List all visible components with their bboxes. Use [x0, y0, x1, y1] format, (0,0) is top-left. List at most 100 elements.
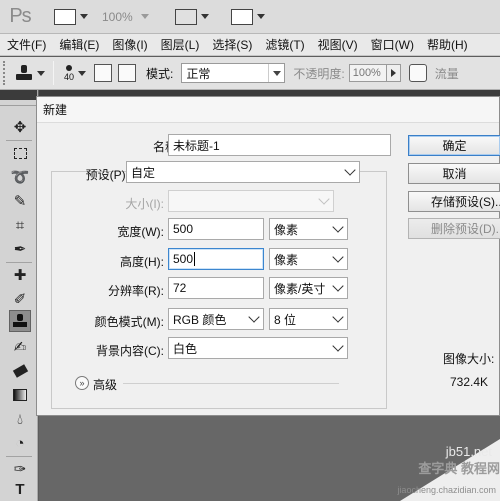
text-cursor [194, 252, 196, 266]
pressure-opacity-icon[interactable] [408, 64, 427, 82]
gradient-icon[interactable] [9, 384, 31, 406]
chevron-down-icon [140, 14, 149, 19]
height-input[interactable]: 500 [168, 248, 264, 270]
chevron-down-icon [332, 280, 344, 292]
divider [123, 383, 339, 384]
color-mode-select[interactable]: RGB 颜色 [168, 308, 264, 330]
color-mode-label: 颜色模式(M): [94, 315, 164, 329]
resolution-unit-value: 像素/英寸 [274, 281, 326, 296]
height-value: 500 [173, 252, 194, 266]
menu-edit[interactable]: 编辑(E) [52, 36, 105, 53]
marquee-icon[interactable] [9, 142, 31, 164]
height-label: 高度(H): [120, 255, 164, 269]
expand-advanced-icon[interactable]: » [75, 376, 89, 390]
menu-help[interactable]: 帮助(H) [420, 36, 474, 53]
pen-icon[interactable]: ✑ [9, 458, 31, 480]
resolution-label: 分辨率(R): [108, 284, 164, 298]
image-size-label: 图像大小: [443, 352, 495, 366]
name-input[interactable]: 未标题-1 [168, 134, 391, 156]
divider [6, 456, 32, 457]
menu-window[interactable]: 窗口(W) [364, 36, 420, 53]
quick-select-icon[interactable]: ✎ [9, 190, 31, 212]
advanced-label[interactable]: 高级 [93, 376, 117, 393]
zoom-level-value: 100% [102, 9, 133, 24]
screen-mode-icon [230, 8, 253, 25]
crop-icon[interactable]: ⌗ [9, 214, 31, 236]
chevron-down-icon [256, 14, 265, 19]
chevron-down-icon [344, 164, 356, 176]
mode-label: 模式: [146, 66, 174, 81]
options-bar: 40 模式: 正常 不透明度: 100% 流量 [0, 57, 500, 90]
chevron-down-icon [318, 193, 330, 205]
launch-bridge-button[interactable] [50, 6, 92, 28]
clone-source-icon[interactable] [118, 64, 137, 82]
delete-preset-button: 删除预设(D)... [408, 218, 500, 239]
width-input[interactable]: 500 [168, 218, 264, 240]
watermark: jb51.net 查字典 教程网 jiaocheng.chazidian.com [350, 431, 500, 501]
image-size-value: 732.4K [450, 375, 489, 389]
opacity-input[interactable]: 100% [348, 64, 387, 82]
width-unit-select[interactable]: 像素 [269, 218, 348, 240]
preset-select[interactable]: 自定 [126, 161, 360, 183]
photoshop-logo: Ps [9, 5, 31, 27]
preset-label: 预设(P): [85, 168, 129, 182]
menu-select[interactable]: 选择(S) [205, 36, 258, 53]
lasso-icon[interactable]: ➰ [9, 166, 31, 188]
brush-icon[interactable]: ✐ [9, 288, 31, 310]
width-label: 宽度(W): [117, 225, 164, 239]
resolution-unit-select[interactable]: 像素/英寸 [269, 277, 348, 299]
tools-panel-grip[interactable] [0, 100, 37, 106]
brush-tip-icon [66, 64, 72, 71]
background-label: 背景内容(C): [96, 344, 164, 358]
chevron-down-icon [80, 14, 88, 19]
blur-icon[interactable]: 💧︎ [9, 408, 31, 430]
menu-filter[interactable]: 滤镜(T) [258, 36, 310, 53]
opacity-label: 不透明度: [293, 66, 345, 81]
chevron-down-icon [272, 70, 281, 76]
save-preset-button[interactable]: 存储预设(S)... [408, 191, 500, 212]
menu-view[interactable]: 视图(V) [311, 36, 364, 53]
height-unit-select[interactable]: 像素 [269, 248, 348, 270]
brush-size-value: 40 [64, 71, 75, 82]
color-mode-value: RGB 颜色 [173, 312, 227, 327]
chevron-down-icon [332, 340, 344, 352]
divider [6, 140, 32, 141]
dodge-icon[interactable]: ◔ [9, 432, 31, 454]
menu-file[interactable]: 文件(F) [0, 36, 52, 53]
options-grip[interactable] [3, 61, 9, 85]
opacity-slider-button[interactable] [386, 64, 401, 82]
brush-preset-picker[interactable]: 40 [64, 64, 75, 82]
tools-panel-header[interactable] [0, 90, 37, 100]
resolution-input[interactable]: 72 [168, 277, 264, 299]
menu-layer[interactable]: 图层(L) [154, 36, 206, 53]
ok-button[interactable]: 确定 [408, 135, 500, 156]
zoom-level-select[interactable]: 100% [102, 10, 149, 24]
brush-panel-icon[interactable] [94, 64, 113, 82]
eraser-icon[interactable] [9, 360, 31, 382]
width-unit-value: 像素 [274, 222, 299, 237]
blend-mode-select[interactable]: 正常 [181, 63, 286, 83]
background-select[interactable]: 白色 [168, 337, 348, 359]
clone-stamp-icon [15, 64, 33, 82]
new-document-dialog: 新建 名称(N): 未标题-1 预设(P): 自定 大小(I): 宽度(W): … [36, 96, 500, 416]
tools-panel: ✥ ➰ ✎ ⌗ ✒ ✚ ✐ ✍ 💧︎ ◔ ✑ T [0, 90, 38, 501]
menu-image[interactable]: 图像(I) [105, 36, 153, 53]
type-icon[interactable]: T [9, 478, 31, 500]
grid-layout-icon [174, 8, 197, 25]
clone-stamp-icon[interactable] [9, 310, 31, 332]
move-icon[interactable]: ✥ [9, 116, 31, 138]
cancel-button[interactable]: 取消 [408, 163, 500, 184]
healing-brush-icon[interactable]: ✚ [9, 264, 31, 286]
chevron-down-icon [248, 311, 260, 323]
arrange-documents-button[interactable] [171, 6, 213, 28]
divider [6, 262, 32, 263]
eyedropper-icon[interactable]: ✒ [9, 238, 31, 260]
tool-preset-picker[interactable] [15, 64, 45, 82]
bit-depth-select[interactable]: 8 位 [269, 308, 348, 330]
divider [53, 61, 54, 85]
chevron-down-icon [332, 221, 344, 233]
screen-mode-button[interactable] [227, 6, 269, 28]
chevron-down-icon [332, 311, 344, 323]
history-brush-icon[interactable]: ✍ [9, 336, 31, 358]
chevron-down-icon [332, 251, 344, 263]
